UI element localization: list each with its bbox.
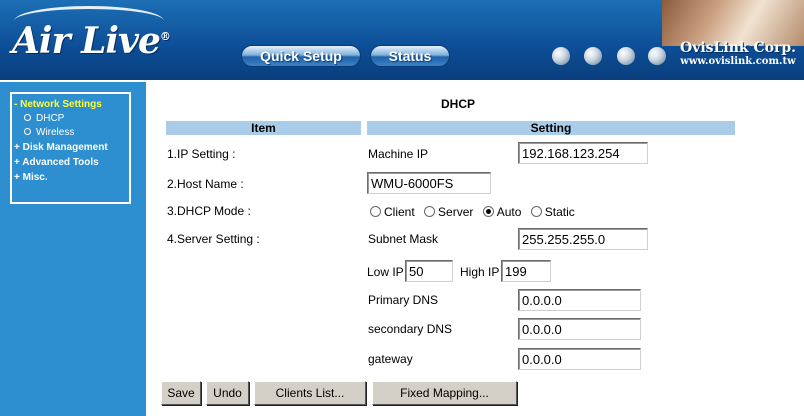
subnet-mask-label: Subnet Mask [368,232,439,246]
undo-button[interactable]: Undo [206,381,249,405]
save-button[interactable]: Save [161,381,201,405]
column-header-item: Item [166,121,361,135]
low-ip-input[interactable] [405,260,453,282]
quick-setup-button[interactable]: Quick Setup [241,45,361,67]
gateway-label: gateway [368,352,413,366]
bullet-icon [24,114,31,121]
registered-mark: ® [159,30,171,43]
secondary-dns-label: secondary DNS [368,322,453,336]
row-label-host-name: 2.Host Name : [167,177,244,191]
radio-icon[interactable] [370,206,381,217]
sidebar-item-dhcp[interactable]: DHCP [14,112,127,126]
low-ip-label: Low IP [367,265,404,279]
machine-ip-label: Machine IP [368,147,429,161]
sidebar: - Network Settings DHCP Wireless + Disk … [0,80,146,416]
sidebar-item-advanced-tools[interactable]: + Advanced Tools [14,155,127,170]
header-banner: Air Live® Quick Setup Status OvisLink Co… [0,0,804,80]
machine-ip-input[interactable] [518,142,648,164]
dhcp-mode-server[interactable]: Server [424,205,473,219]
company-brand: OvisLink Corp. www.ovislink.com.tw [672,40,804,67]
sidebar-item-wireless[interactable]: Wireless [14,126,127,140]
dhcp-mode-client[interactable]: Client [370,205,415,219]
dhcp-mode-auto[interactable]: Auto [482,205,521,219]
row-label-server-setting: 4.Server Setting : [167,232,260,246]
high-ip-label: High IP [460,265,500,279]
column-header-setting: Setting [367,121,735,135]
status-button[interactable]: Status [370,45,450,67]
gateway-input[interactable] [518,348,641,370]
radio-icon[interactable] [530,206,542,217]
primary-dns-input[interactable] [518,289,641,311]
sidebar-menu: - Network Settings DHCP Wireless + Disk … [10,92,131,204]
company-name: OvisLink Corp. [680,40,796,56]
radio-icon[interactable] [424,206,436,217]
airlive-logo: Air Live® [12,20,171,62]
dhcp-mode-radio-group: Client Server Auto Static [370,205,581,219]
globe-icon [617,47,635,65]
fixed-mapping-button[interactable]: Fixed Mapping... [372,381,517,405]
row-label-dhcp-mode: 3.DHCP Mode : [167,204,251,218]
row-label-ip-setting: 1.IP Setting : [167,147,236,161]
radio-selected-icon[interactable] [482,206,494,217]
sidebar-item-disk-management[interactable]: + Disk Management [14,140,127,155]
high-ip-input[interactable] [501,260,551,282]
main-content: DHCP Item Setting 1.IP Setting : Machine… [146,80,804,416]
sidebar-item-misc[interactable]: + Misc. [14,170,127,185]
sidebar-item-network-settings[interactable]: - Network Settings [14,97,127,112]
company-url: www.ovislink.com.tw [680,56,796,67]
globe-icon [552,47,570,65]
bullet-icon [24,128,31,135]
subnet-mask-input[interactable] [518,228,648,250]
secondary-dns-input[interactable] [518,318,641,340]
host-name-input[interactable] [367,172,491,194]
page-title: DHCP [441,97,476,111]
clients-list-button[interactable]: Clients List... [254,381,366,405]
globe-icon [648,47,666,65]
dhcp-mode-static[interactable]: Static [530,205,575,219]
globe-icon [584,47,602,65]
primary-dns-label: Primary DNS [368,293,439,307]
